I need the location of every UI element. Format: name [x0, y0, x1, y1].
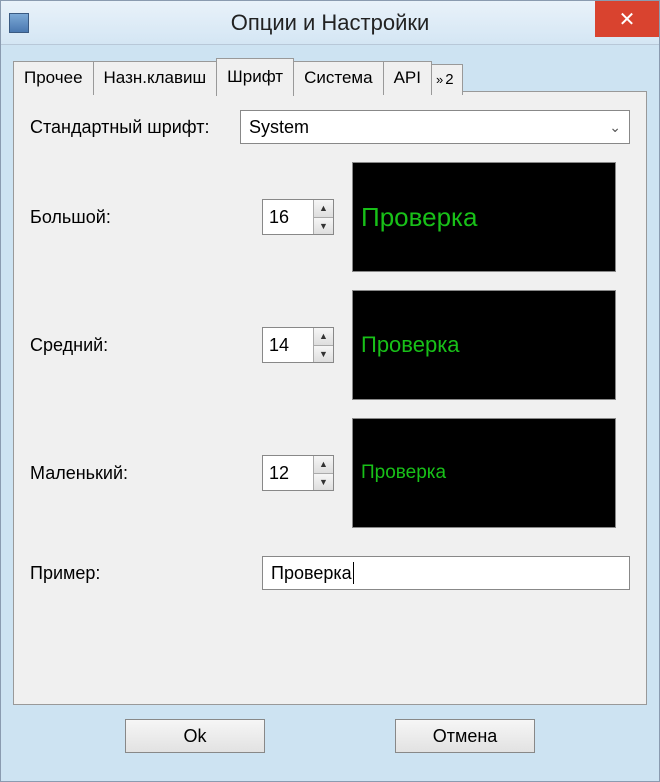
- small-font-value: 12: [263, 456, 313, 490]
- tab-keys[interactable]: Назн.клавиш: [93, 61, 218, 95]
- font-panel-body: Стандартный шрифт: System ⌄ Большой: 16 …: [14, 92, 646, 602]
- tab-api[interactable]: API: [383, 61, 432, 95]
- small-spinner-down[interactable]: ▼: [314, 474, 333, 491]
- standard-font-combo[interactable]: System ⌄: [240, 110, 630, 144]
- tab-other[interactable]: Прочее: [13, 61, 94, 95]
- medium-spinner-up[interactable]: ▲: [314, 328, 333, 346]
- options-window: Опции и Настройки ✕ Прочее Назн.клавиш Ш…: [0, 0, 660, 782]
- big-font-label: Большой:: [30, 207, 262, 228]
- dialog-buttons: Ok Отмена: [13, 705, 647, 769]
- big-font-spinner[interactable]: 16 ▲ ▼: [262, 199, 334, 235]
- big-spinner-down[interactable]: ▼: [314, 218, 333, 235]
- medium-spinner-down[interactable]: ▼: [314, 346, 333, 363]
- small-font-label: Маленький:: [30, 463, 262, 484]
- small-spinner-up[interactable]: ▲: [314, 456, 333, 474]
- sample-row: Пример: Проверка: [30, 556, 630, 590]
- standard-font-row: Стандартный шрифт: System ⌄: [30, 110, 630, 144]
- tab-overflow-count: 2: [445, 71, 453, 88]
- tab-font[interactable]: Шрифт: [216, 58, 294, 96]
- sample-input[interactable]: Проверка: [262, 556, 630, 590]
- window-title: Опции и Настройки: [1, 10, 659, 36]
- cancel-button[interactable]: Отмена: [395, 719, 535, 753]
- small-spinner-buttons: ▲ ▼: [313, 456, 333, 490]
- tab-panel: Прочее Назн.клавиш Шрифт Система API » 2…: [13, 91, 647, 705]
- sample-label: Пример:: [30, 563, 262, 584]
- ok-button[interactable]: Ok: [125, 719, 265, 753]
- medium-font-value: 14: [263, 328, 313, 362]
- small-font-spinner[interactable]: 12 ▲ ▼: [262, 455, 334, 491]
- sample-input-value: Проверка: [271, 563, 352, 584]
- big-spinner-buttons: ▲ ▼: [313, 200, 333, 234]
- standard-font-label: Стандартный шрифт:: [30, 117, 240, 138]
- small-font-preview: Проверка: [352, 418, 616, 528]
- chevron-right-icon: »: [436, 72, 443, 87]
- text-caret: [353, 562, 354, 584]
- big-font-row: Большой: 16 ▲ ▼ Проверка: [30, 162, 630, 272]
- tab-system[interactable]: Система: [293, 61, 383, 95]
- tab-overflow-button[interactable]: » 2: [431, 64, 463, 95]
- small-font-row: Маленький: 12 ▲ ▼ Проверка: [30, 418, 630, 528]
- big-spinner-up[interactable]: ▲: [314, 200, 333, 218]
- medium-font-row: Средний: 14 ▲ ▼ Проверка: [30, 290, 630, 400]
- titlebar: Опции и Настройки ✕: [1, 1, 659, 45]
- medium-font-label: Средний:: [30, 335, 262, 356]
- close-button[interactable]: ✕: [595, 1, 659, 37]
- medium-font-preview: Проверка: [352, 290, 616, 400]
- app-icon: [9, 13, 29, 33]
- medium-spinner-buttons: ▲ ▼: [313, 328, 333, 362]
- standard-font-value: System: [249, 117, 609, 138]
- big-font-value: 16: [263, 200, 313, 234]
- chevron-down-icon: ⌄: [609, 119, 621, 136]
- big-font-preview: Проверка: [352, 162, 616, 272]
- content-area: Прочее Назн.клавиш Шрифт Система API » 2…: [1, 45, 659, 781]
- medium-font-spinner[interactable]: 14 ▲ ▼: [262, 327, 334, 363]
- tab-strip: Прочее Назн.клавиш Шрифт Система API » 2: [13, 58, 462, 95]
- close-icon: ✕: [619, 7, 636, 32]
